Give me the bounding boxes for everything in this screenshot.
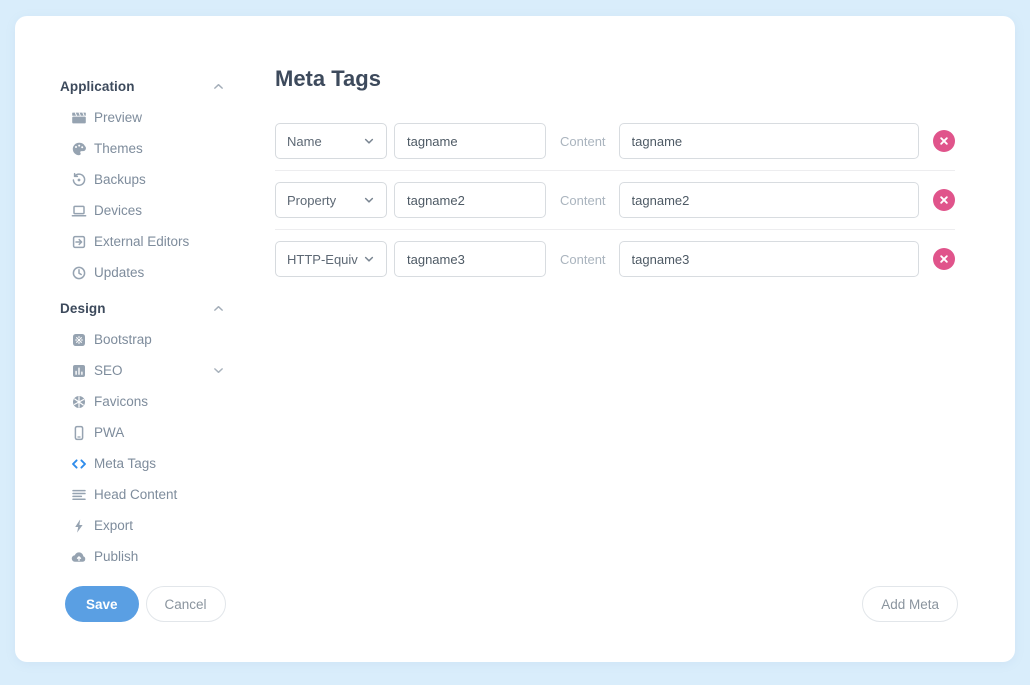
sidebar-item-backups[interactable]: Backups [60, 164, 225, 195]
sidebar-item-bootstrap[interactable]: Bootstrap [60, 324, 225, 355]
sidebar-item-preview[interactable]: Preview [60, 102, 225, 133]
text-lines-icon [71, 487, 87, 503]
meta-type-value: Property [287, 193, 336, 208]
sidebar: Application Preview Themes Backups [60, 78, 225, 572]
meta-row: Property Content [275, 182, 955, 230]
meta-type-value: HTTP-Equiv [287, 252, 358, 267]
meta-name-input[interactable] [394, 123, 546, 159]
sidebar-item-pwa[interactable]: PWA [60, 417, 225, 448]
meta-name-input[interactable] [394, 241, 546, 277]
delete-meta-button[interactable] [933, 189, 955, 211]
footer-left-actions: Save Cancel [65, 586, 226, 622]
meta-row: HTTP-Equiv Content [275, 241, 955, 277]
laptop-icon [71, 203, 87, 219]
bar-chart-icon [71, 363, 87, 379]
close-icon [939, 254, 949, 264]
sidebar-item-head-content[interactable]: Head Content [60, 479, 225, 510]
sidebar-item-label: Backups [94, 172, 146, 187]
meta-type-select[interactable]: HTTP-Equiv [275, 241, 387, 277]
chevron-up-icon[interactable] [212, 302, 225, 315]
add-meta-button[interactable]: Add Meta [862, 586, 958, 622]
sidebar-item-label: Publish [94, 549, 138, 564]
sidebar-item-label: Preview [94, 110, 142, 125]
bolt-icon [71, 518, 87, 534]
meta-type-select[interactable]: Property [275, 182, 387, 218]
meta-content-input[interactable] [619, 241, 919, 277]
external-link-icon [71, 234, 87, 250]
bootstrap-icon [71, 332, 87, 348]
code-icon [71, 456, 87, 472]
smartphone-icon [71, 425, 87, 441]
content-label: Content [560, 252, 606, 267]
close-icon [939, 195, 949, 205]
chevron-up-icon[interactable] [212, 80, 225, 93]
sidebar-item-seo[interactable]: SEO [60, 355, 225, 386]
history-icon [71, 172, 87, 188]
chevron-down-icon [363, 194, 375, 206]
sidebar-item-meta-tags[interactable]: Meta Tags [60, 448, 225, 479]
sidebar-item-label: Meta Tags [94, 456, 156, 471]
meta-content-input[interactable] [619, 123, 919, 159]
sidebar-item-label: External Editors [94, 234, 189, 249]
sidebar-item-label: Head Content [94, 487, 177, 502]
sidebar-item-themes[interactable]: Themes [60, 133, 225, 164]
sidebar-item-label: SEO [94, 363, 123, 378]
sidebar-item-label: Export [94, 518, 133, 533]
page-title: Meta Tags [275, 66, 955, 92]
meta-content-input[interactable] [619, 182, 919, 218]
sidebar-item-external-editors[interactable]: External Editors [60, 226, 225, 257]
sidebar-item-updates[interactable]: Updates [60, 257, 225, 288]
meta-row: Name Content [275, 123, 955, 171]
sidebar-item-label: Favicons [94, 394, 148, 409]
sidebar-item-favicons[interactable]: Favicons [60, 386, 225, 417]
main-content: Meta Tags Name Content Property [275, 66, 955, 277]
meta-type-select[interactable]: Name [275, 123, 387, 159]
sidebar-section-application[interactable]: Application [60, 78, 225, 94]
sidebar-item-publish[interactable]: Publish [60, 541, 225, 572]
cancel-button[interactable]: Cancel [146, 586, 226, 622]
sidebar-section-label: Application [60, 79, 135, 94]
content-label: Content [560, 193, 606, 208]
sidebar-item-label: PWA [94, 425, 124, 440]
cloud-upload-icon [71, 549, 87, 565]
aperture-icon [71, 394, 87, 410]
sidebar-item-export[interactable]: Export [60, 510, 225, 541]
content-label: Content [560, 134, 606, 149]
clock-refresh-icon [71, 265, 87, 281]
sidebar-item-label: Themes [94, 141, 143, 156]
sidebar-item-label: Devices [94, 203, 142, 218]
sidebar-item-devices[interactable]: Devices [60, 195, 225, 226]
save-button[interactable]: Save [65, 586, 139, 622]
sidebar-section-label: Design [60, 301, 106, 316]
palette-icon [71, 141, 87, 157]
meta-type-value: Name [287, 134, 322, 149]
settings-card: Application Preview Themes Backups [15, 16, 1015, 662]
close-icon [939, 136, 949, 146]
sidebar-item-label: Bootstrap [94, 332, 152, 347]
sidebar-section-design[interactable]: Design [60, 300, 225, 316]
delete-meta-button[interactable] [933, 248, 955, 270]
footer-actions: Save Cancel Add Meta [65, 586, 958, 622]
chevron-down-icon[interactable] [212, 364, 225, 377]
delete-meta-button[interactable] [933, 130, 955, 152]
sidebar-item-label: Updates [94, 265, 144, 280]
chevron-down-icon [363, 135, 375, 147]
meta-name-input[interactable] [394, 182, 546, 218]
clapperboard-icon [71, 110, 87, 126]
chevron-down-icon [363, 253, 375, 265]
